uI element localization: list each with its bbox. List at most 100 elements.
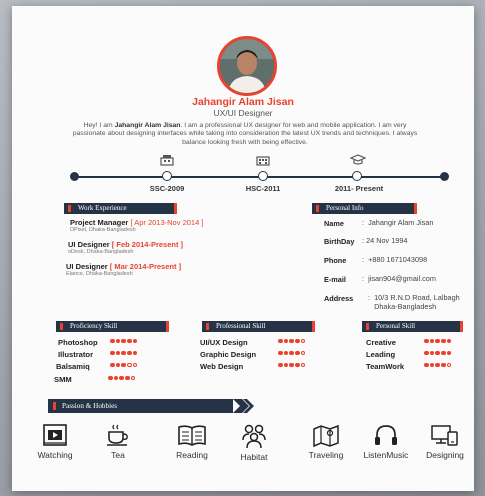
pi-label-phone: Phone xyxy=(324,256,347,265)
rating-dot-filled xyxy=(446,350,452,355)
pi-label-name: Name xyxy=(324,219,344,228)
hobby-label: Designing xyxy=(426,450,464,460)
rating-dot-filled xyxy=(115,350,121,355)
skill-rating xyxy=(424,338,452,346)
job-2: UI Designer [ Feb 2014-Present ] oDesk, … xyxy=(68,240,183,255)
rating-dot-filled xyxy=(283,362,289,367)
avatar xyxy=(217,36,277,96)
hobby-watching: Watching xyxy=(25,423,85,460)
timeline-node-ssc xyxy=(162,171,172,181)
skill-rating xyxy=(110,338,138,346)
rating-dot-filled xyxy=(441,362,446,367)
rating-dot-empty xyxy=(300,362,306,367)
skill-rating xyxy=(278,338,306,346)
rating-dot-empty xyxy=(132,362,138,367)
rating-dot-filled xyxy=(132,338,138,343)
job-1: Project Manager [ Apr 2013-Nov 2014 ] DP… xyxy=(70,218,203,233)
timeline-node-hsc xyxy=(258,171,268,181)
job-company: Elance, Dhaka-Bangladesh xyxy=(66,271,133,277)
profile-name: Jahangir Alam Jisan xyxy=(192,96,294,108)
skill-name: Web Design xyxy=(200,362,244,371)
skill-name: Photoshop xyxy=(58,338,98,347)
profile-role: UX/UI Designer xyxy=(213,108,273,118)
job-date: [ Apr 2013-Nov 2014 ] xyxy=(130,218,204,227)
pi-label-email: E-mail xyxy=(324,275,346,284)
job-company: DPixel, Dhaka-Bangladesh xyxy=(70,227,136,233)
rating-dot-empty xyxy=(127,362,132,367)
tea-cup-icon xyxy=(107,424,128,446)
skill-name: Illustrator xyxy=(58,350,94,359)
rating-dot-empty xyxy=(300,338,306,343)
pi-value-phone: : +880 1671043098 xyxy=(362,255,428,264)
devices-icon xyxy=(431,425,458,446)
rating-dot-filled xyxy=(119,375,124,380)
job-3: UI Designer [ Mar 2014-Present ] Elance,… xyxy=(66,262,181,277)
rating-dot-filled xyxy=(429,350,435,355)
video-icon xyxy=(43,424,67,446)
personal-skill-heading: Personal Skill xyxy=(362,321,463,332)
rating-dot-filled xyxy=(121,362,126,367)
school-icon xyxy=(160,155,174,166)
rating-dot-filled xyxy=(110,362,115,367)
pi-label-birthday: BirthDay xyxy=(324,237,355,246)
profile-bio: Hey! I am Jahangir Alam Jisan. I am a pr… xyxy=(72,122,418,146)
rating-dot-filled xyxy=(295,350,300,355)
people-icon xyxy=(242,424,266,449)
rating-dot-filled xyxy=(115,362,121,367)
rating-dot-filled xyxy=(127,338,132,343)
rating-dot-filled xyxy=(295,362,300,367)
skill-name: UI/UX Design xyxy=(200,338,248,347)
hobby-label: Habitat xyxy=(240,452,268,462)
rating-dot-filled xyxy=(289,338,294,343)
college-icon xyxy=(256,156,270,166)
skill-name: TeamWork xyxy=(366,362,405,371)
proficiency-skill-heading: Proficiency Skill xyxy=(56,321,169,332)
rating-dot-filled xyxy=(441,338,446,343)
hobby-label: Reading xyxy=(176,450,208,460)
passion-hobbies-heading: Passion & Hobbies xyxy=(48,399,233,413)
rating-dot-filled xyxy=(429,338,435,343)
rating-dot-filled xyxy=(424,350,429,355)
hobby-designing: Designing xyxy=(415,423,475,460)
rating-dot-filled xyxy=(289,350,294,355)
book-icon xyxy=(178,425,206,446)
pi-label-address: Address xyxy=(324,294,354,303)
hobby-reading: Reading xyxy=(162,423,222,460)
rating-dot-filled xyxy=(446,338,452,343)
map-icon xyxy=(313,424,339,447)
job-company: oDesk, Dhaka-Bangladesh xyxy=(68,249,134,255)
skill-rating xyxy=(108,375,136,383)
job-title: Project Manager xyxy=(70,218,129,227)
rating-dot-filled xyxy=(278,362,283,367)
pi-value-address: : 10/3 R.N.D Road, Lalbagh Dhaka-Banglad… xyxy=(368,293,460,311)
hobby-label: Watching xyxy=(37,450,73,460)
skill-rating xyxy=(110,350,138,358)
timeline-node-present xyxy=(352,171,362,181)
pi-value-email: : jisan904@gmail.com xyxy=(362,274,436,283)
skill-name: Creative xyxy=(366,338,396,347)
rating-dot-filled xyxy=(110,350,115,355)
job-date: [ Feb 2014-Present ] xyxy=(111,240,184,249)
hobby-tea: Tea xyxy=(88,423,148,460)
hobby-label: ListenMusic xyxy=(363,450,409,460)
rating-dot-filled xyxy=(435,350,440,355)
hobby-label: Traveling xyxy=(308,450,344,460)
professional-skill-heading: Professional Skill xyxy=(202,321,315,332)
skill-rating xyxy=(424,350,452,358)
graduation-cap-icon xyxy=(350,154,366,165)
resume-sheet: Jahangir Alam Jisan UX/UI Designer Hey! … xyxy=(12,6,474,491)
rating-dot-filled xyxy=(429,362,435,367)
rating-dot-filled xyxy=(424,338,429,343)
arrow-right-icon xyxy=(233,399,254,413)
rating-dot-filled xyxy=(289,362,294,367)
timeline-label-hsc: HSC-2011 xyxy=(245,184,281,193)
skill-name: Leading xyxy=(366,350,396,359)
rating-dot-filled xyxy=(278,338,283,343)
skill-rating xyxy=(278,362,306,370)
rating-dot-filled xyxy=(435,362,440,367)
hobby-label: Tea xyxy=(111,450,125,460)
rating-dot-empty xyxy=(300,350,306,355)
timeline-label-present: 2011- Present xyxy=(334,184,384,193)
pi-value-birthday: : 24 Nov 1994 xyxy=(362,236,408,245)
skill-rating xyxy=(424,362,452,370)
